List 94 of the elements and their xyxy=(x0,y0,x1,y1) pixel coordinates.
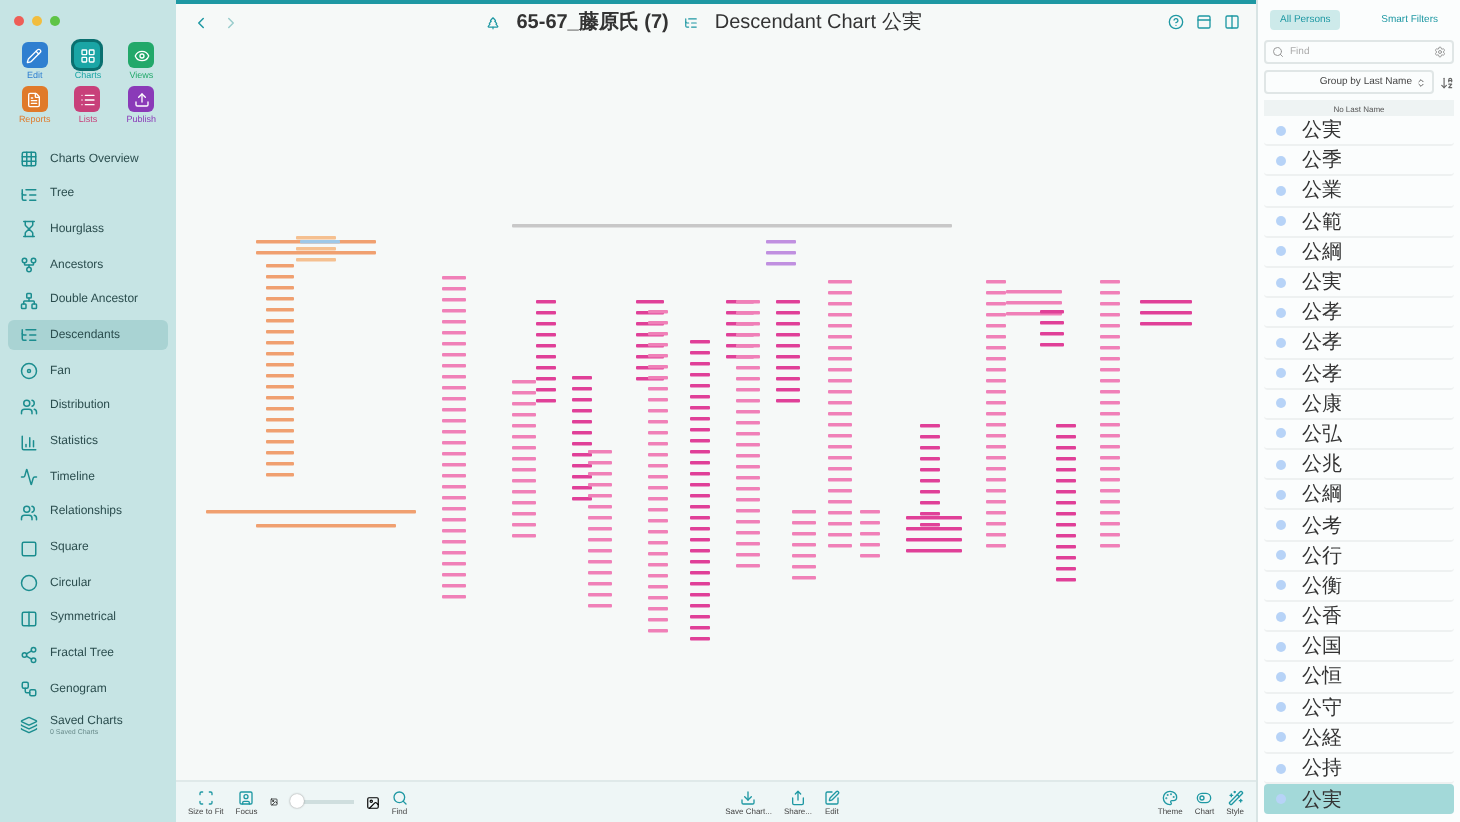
person-row[interactable]: 公衡 xyxy=(1264,571,1454,602)
person-dot xyxy=(1276,337,1286,348)
list-tree-icon xyxy=(20,326,38,345)
settings-icon[interactable] xyxy=(1434,46,1446,58)
person-row[interactable]: 公康 xyxy=(1264,389,1454,420)
person-row[interactable]: 公孝 xyxy=(1264,359,1454,390)
grid-icon xyxy=(20,150,38,168)
chevron-icon xyxy=(1416,77,1426,87)
layers-icon xyxy=(20,716,38,734)
person-row[interactable]: 公綱 xyxy=(1264,237,1454,268)
people-icon xyxy=(20,503,38,522)
square-icon xyxy=(20,539,38,558)
help-icon[interactable] xyxy=(1168,14,1184,30)
person-dot xyxy=(1276,216,1286,227)
person-dot xyxy=(1276,702,1286,713)
people-icon xyxy=(20,397,38,416)
person-row[interactable]: 公弘 xyxy=(1264,419,1454,451)
tree-icon xyxy=(486,15,501,29)
person-row[interactable]: 公実 xyxy=(1264,267,1454,299)
person-row[interactable]: 公孝 xyxy=(1264,328,1454,359)
share-icon xyxy=(789,789,806,805)
pencil-icon xyxy=(823,789,840,805)
charts-icon xyxy=(79,47,96,63)
person-dot xyxy=(1276,489,1286,500)
download-icon xyxy=(740,789,757,805)
network-icon xyxy=(20,291,38,310)
person-dot xyxy=(1276,641,1286,652)
person-dot xyxy=(1276,732,1286,743)
sort-icon[interactable] xyxy=(1440,75,1454,89)
sidebar-icon[interactable] xyxy=(1224,14,1240,30)
person-dot xyxy=(1276,398,1286,409)
person-dot xyxy=(1276,794,1286,805)
forward-icon[interactable] xyxy=(222,13,240,31)
list-tree-icon xyxy=(684,15,699,29)
hourglass-icon xyxy=(20,220,38,239)
bar-chart-icon xyxy=(20,433,38,451)
back-icon[interactable] xyxy=(192,13,210,31)
pulse-icon xyxy=(20,468,38,487)
circle-icon xyxy=(20,574,38,593)
close-button[interactable] xyxy=(14,15,24,25)
disc-icon xyxy=(20,362,38,381)
person-row[interactable]: 公実 xyxy=(1264,116,1454,147)
person-icon xyxy=(238,789,255,805)
person-row[interactable]: 公経 xyxy=(1264,723,1454,754)
person-dot xyxy=(1276,125,1286,136)
search-icon xyxy=(1272,46,1284,58)
publish-icon xyxy=(133,91,150,107)
person-dot xyxy=(1276,671,1286,682)
palette-icon xyxy=(1162,789,1179,805)
columns-icon xyxy=(20,609,38,628)
edit-icon xyxy=(26,47,43,63)
person-dot xyxy=(1276,307,1286,318)
person-row[interactable]: 公守 xyxy=(1264,693,1454,724)
person-row[interactable]: 公香 xyxy=(1264,602,1454,633)
views-icon xyxy=(133,47,150,63)
tree-icon xyxy=(20,185,38,204)
person-dot xyxy=(1276,246,1286,257)
search-icon xyxy=(391,789,408,805)
person-dot xyxy=(1276,277,1286,288)
database-title: 65-67_藤原氏 (7) xyxy=(516,9,669,36)
person-dot xyxy=(1276,611,1286,622)
person-row[interactable]: 公範 xyxy=(1264,207,1454,238)
person-row[interactable]: 公孝 xyxy=(1264,298,1454,329)
person-dot xyxy=(1276,763,1286,774)
chart-title: Descendant Chart 公実 xyxy=(714,9,922,36)
zoom-button[interactable] xyxy=(50,15,60,25)
person-row[interactable]: 公綱 xyxy=(1264,480,1454,511)
window-icon[interactable] xyxy=(1196,14,1212,30)
person-dot xyxy=(1276,580,1286,591)
person-dot xyxy=(1276,459,1286,470)
person-row[interactable]: 公恒 xyxy=(1264,662,1454,694)
person-dot xyxy=(1276,185,1286,196)
person-row[interactable]: 公業 xyxy=(1264,176,1454,208)
lists-icon xyxy=(79,91,96,107)
person-row[interactable]: 公実 xyxy=(1264,784,1454,815)
person-row[interactable]: 公兆 xyxy=(1264,450,1454,481)
large-image-icon xyxy=(365,795,380,809)
fit-icon xyxy=(197,789,214,805)
person-dot xyxy=(1276,368,1286,379)
fork-icon xyxy=(20,256,38,275)
minimize-button[interactable] xyxy=(32,15,42,25)
toggle-icon xyxy=(1196,789,1213,805)
flow-icon xyxy=(20,680,38,699)
person-row[interactable]: 公国 xyxy=(1264,632,1454,663)
wand-icon xyxy=(1227,789,1244,805)
reports-icon xyxy=(26,91,43,107)
person-dot xyxy=(1276,550,1286,561)
person-dot xyxy=(1276,155,1286,166)
person-dot xyxy=(1276,520,1286,531)
share-icon xyxy=(20,645,38,664)
person-row[interactable]: 公季 xyxy=(1264,146,1454,177)
person-row[interactable]: 公考 xyxy=(1264,510,1454,542)
person-dot xyxy=(1276,428,1286,439)
person-row[interactable]: 公行 xyxy=(1264,541,1454,572)
